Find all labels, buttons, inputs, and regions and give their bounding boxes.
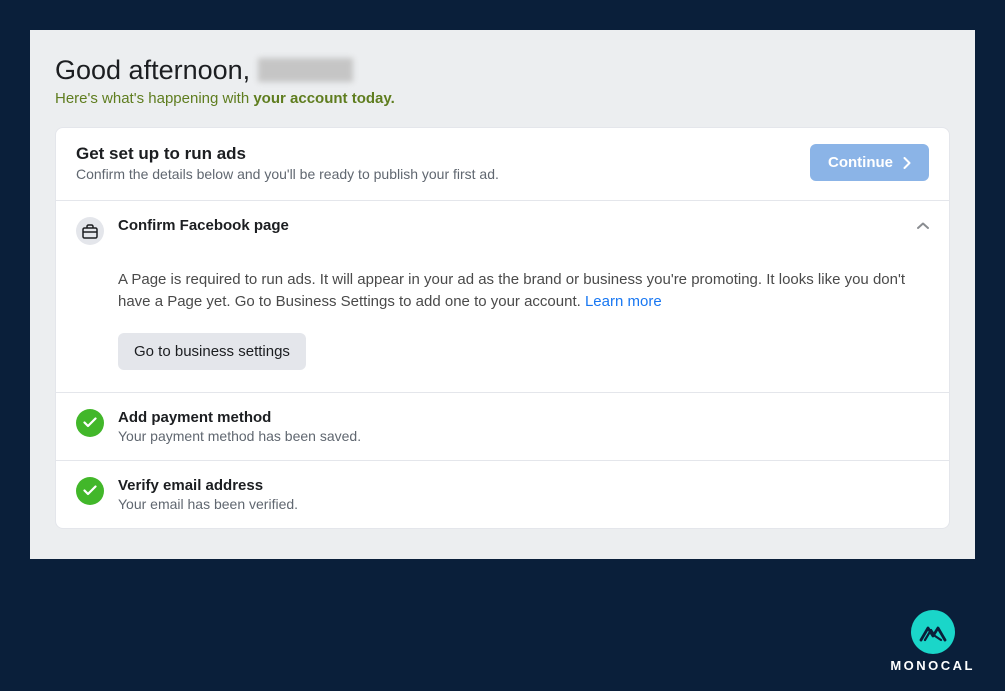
- step-verify-email[interactable]: Verify email address Your email has been…: [56, 461, 949, 528]
- setup-card: Get set up to run ads Confirm the detail…: [55, 127, 950, 529]
- chevron-right-icon: [903, 157, 911, 169]
- checkmark-icon: [76, 409, 104, 437]
- step-title: Verify email address: [118, 477, 929, 494]
- greeting-heading: Good afternoon,: [55, 55, 950, 86]
- go-to-business-settings-button[interactable]: Go to business settings: [118, 333, 306, 370]
- page-container: Good afternoon, Here's what's happening …: [30, 30, 975, 559]
- subgreeting-strong: your account today.: [253, 90, 394, 107]
- step-row: Add payment method Your payment method h…: [76, 409, 929, 444]
- brand-logo: MONOCAL: [890, 610, 975, 673]
- user-name-redacted: [258, 58, 353, 82]
- greeting-prefix: Good afternoon,: [55, 55, 258, 85]
- step-content: Add payment method Your payment method h…: [118, 409, 929, 444]
- step-desc: Your payment method has been saved.: [118, 428, 929, 444]
- step-body-main: A Page is required to run ads. It will a…: [118, 271, 905, 310]
- step-row: Verify email address Your email has been…: [76, 477, 929, 512]
- step-add-payment[interactable]: Add payment method Your payment method h…: [56, 393, 949, 461]
- briefcase-icon: [76, 217, 104, 245]
- chevron-up-icon[interactable]: [917, 222, 929, 230]
- step-body-text: A Page is required to run ads. It will a…: [118, 269, 929, 313]
- step-row[interactable]: Confirm Facebook page: [76, 217, 929, 245]
- step-title: Add payment method: [118, 409, 929, 426]
- step-content: Verify email address Your email has been…: [118, 477, 929, 512]
- step-desc: Your email has been verified.: [118, 496, 929, 512]
- step-title-row: Confirm Facebook page: [118, 217, 929, 234]
- learn-more-link[interactable]: Learn more: [585, 293, 662, 310]
- brand-logo-mark: [911, 610, 955, 654]
- step-content: Confirm Facebook page: [118, 217, 929, 234]
- brand-logo-text: MONOCAL: [890, 658, 975, 673]
- setup-subtitle: Confirm the details below and you'll be …: [76, 166, 499, 182]
- checkmark-icon: [76, 477, 104, 505]
- setup-card-header-text: Get set up to run ads Confirm the detail…: [76, 144, 499, 182]
- step-expanded-body: A Page is required to run ads. It will a…: [76, 269, 929, 370]
- setup-title: Get set up to run ads: [76, 144, 499, 164]
- continue-button-label: Continue: [828, 154, 893, 171]
- step-title: Confirm Facebook page: [118, 217, 289, 234]
- continue-button[interactable]: Continue: [810, 144, 929, 181]
- setup-card-header: Get set up to run ads Confirm the detail…: [56, 128, 949, 201]
- greeting-subtext: Here's what's happening with your accoun…: [55, 90, 950, 107]
- subgreeting-prefix: Here's what's happening with: [55, 90, 253, 107]
- step-confirm-page: Confirm Facebook page A Page is required…: [56, 201, 949, 393]
